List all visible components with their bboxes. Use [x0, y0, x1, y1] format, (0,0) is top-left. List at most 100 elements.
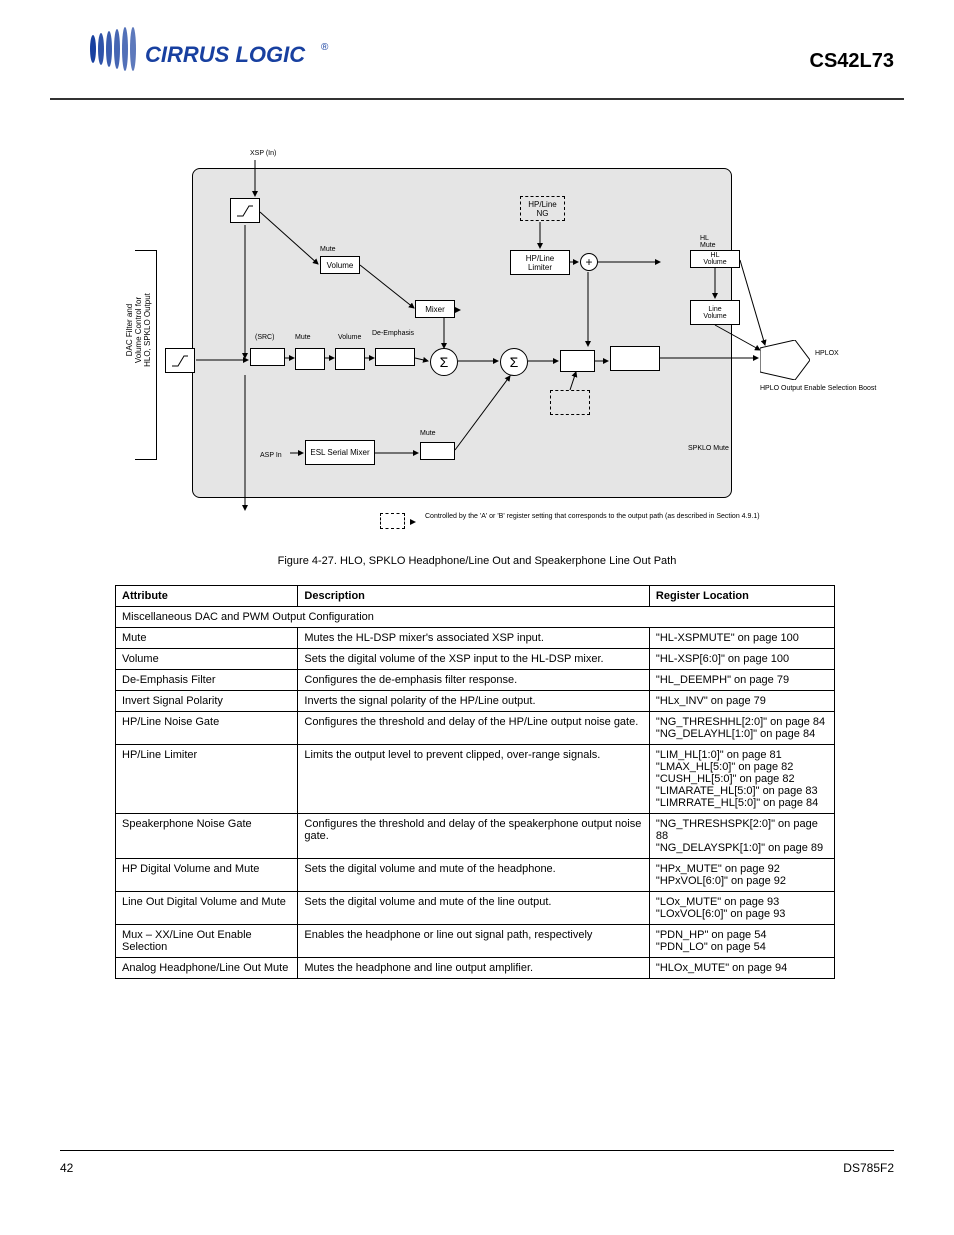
cell-desc: Sets the digital volume and mute of the … — [298, 859, 650, 892]
cell-reg: "NG_THRESHSPK[2:0]" on page 88 "NG_DELAY… — [649, 814, 834, 859]
cell-reg: "HLx_INV" on page 79 — [649, 691, 834, 712]
table-row: Line Out Digital Volume and MuteSets the… — [116, 892, 835, 925]
table-row: De-Emphasis FilterConfigures the de-emph… — [116, 670, 835, 691]
hpf-box-top — [230, 198, 260, 223]
th-attr: Attribute — [116, 586, 298, 607]
cell-desc: Sets the digital volume of the XSP input… — [298, 649, 650, 670]
de-label: De-Emphasis — [372, 330, 407, 337]
spklo-mute-label: SPKLO Mute — [688, 445, 738, 452]
sum2-node: Σ — [500, 348, 528, 376]
side-bracket — [135, 250, 157, 460]
cell-desc: Mutes the HL-DSP mixer's associated XSP … — [298, 628, 650, 649]
table-row: Mux – XX/Line Out Enable SelectionEnable… — [116, 925, 835, 958]
svg-text:®: ® — [321, 42, 329, 53]
cell-reg: "LIM_HL[1:0]" on page 81 "LMAX_HL[5:0]" … — [649, 745, 834, 814]
table-row: HP/Line LimiterLimits the output level t… — [116, 745, 835, 814]
sum1-text: Σ — [440, 354, 449, 370]
table-row: Invert Signal PolarityInverts the signal… — [116, 691, 835, 712]
cell-reg: "HL-XSP[6:0]" on page 100 — [649, 649, 834, 670]
legend-text: Controlled by the 'A' or 'B' register se… — [425, 513, 735, 520]
hplox-label: HPLOX — [815, 350, 839, 357]
side-label-1: DAC Filter and — [125, 304, 134, 356]
cell-reg: "HL_DEEMPH" on page 79 — [649, 670, 834, 691]
hl-limiter-text: HP/Line Limiter — [526, 254, 554, 272]
mute-bottom-label: Mute — [420, 430, 436, 437]
cell-attr: HP/Line Noise Gate — [116, 712, 298, 745]
xsp-in-top-label: XSP (In) — [250, 150, 276, 157]
doc-id: DS785F2 — [843, 1161, 894, 1175]
cell-attr: Volume — [116, 649, 298, 670]
cell-desc: Configures the threshold and delay of th… — [298, 712, 650, 745]
mixer-text: Mixer — [425, 305, 445, 314]
mute-box-main — [295, 348, 325, 370]
cell-desc: Configures the de-emphasis filter respon… — [298, 670, 650, 691]
dsp-block — [192, 168, 732, 498]
hpf-main — [165, 348, 195, 373]
hl-limiter-box: HP/Line Limiter — [510, 250, 570, 275]
hl-hpvol-text: HL Volume — [703, 252, 726, 266]
cell-reg: "HLOx_MUTE" on page 94 — [649, 958, 834, 979]
sum2-text: Σ — [510, 354, 519, 370]
spkr-limiter-box — [550, 390, 590, 415]
hl-hpvol-box: HL Volume — [690, 250, 740, 268]
mux-output — [760, 340, 810, 382]
cell-attr: Mute — [116, 628, 298, 649]
de-box — [375, 348, 415, 366]
hl-hpvol-label: HLMute — [700, 235, 716, 249]
cell-desc: Configures the threshold and delay of th… — [298, 814, 650, 859]
legend-note: Controlled by the 'A' or 'B' register se… — [425, 513, 714, 520]
block-diagram: DAC Filter and Volume Control for HLO, S… — [120, 150, 820, 550]
table-row: HP Digital Volume and MuteSets the digit… — [116, 859, 835, 892]
cell-attr: Mux – XX/Line Out Enable Selection — [116, 925, 298, 958]
cell-desc: Inverts the signal polarity of the HP/Li… — [298, 691, 650, 712]
hl-ng-text: HP/Line NG — [528, 200, 556, 218]
part-number: CS42L73 — [810, 50, 895, 73]
vol-bottom-box — [420, 442, 455, 460]
hl-linevol-box: Line Volume — [690, 300, 740, 325]
cell-attr: Line Out Digital Volume and Mute — [116, 892, 298, 925]
cell-reg: "LOx_MUTE" on page 93 "LOxVOL[6:0]" on p… — [649, 892, 834, 925]
hl-ng-box: HP/Line NG — [520, 196, 565, 221]
src-label: (SRC) — [255, 334, 274, 341]
figure-caption: Figure 4-27. HLO, SPKLO Headphone/Line O… — [0, 555, 954, 567]
cell-reg: "PDN_HP" on page 54 "PDN_LO" on page 54 — [649, 925, 834, 958]
page-header: CIRRUS LOGIC ® CS42L73 — [50, 0, 904, 100]
esl-box: ESL Serial Mixer — [305, 440, 375, 465]
cirrus-logic-logo: CIRRUS LOGIC ® — [75, 22, 335, 82]
mux-label: HPLO Output Enable Selection Boost — [760, 385, 815, 392]
plus-node: + — [580, 253, 598, 271]
page-number: 42 — [60, 1161, 73, 1175]
plus-text: + — [585, 255, 592, 269]
cell-reg: "NG_THRESHHL[2:0]" on page 84 "NG_DELAYH… — [649, 712, 834, 745]
table-row: HP/Line Noise GateConfigures the thresho… — [116, 712, 835, 745]
esl-text: ESL Serial Mixer — [310, 448, 369, 457]
legend-ref: Section 4.9.1) — [716, 513, 759, 520]
cell-desc: Sets the digital volume and mute of the … — [298, 892, 650, 925]
cell-desc: Mutes the headphone and line output ampl… — [298, 958, 650, 979]
vol-text-top: Volume — [327, 261, 354, 270]
table-row: Analog Headphone/Line Out MuteMutes the … — [116, 958, 835, 979]
cell-attr: Invert Signal Polarity — [116, 691, 298, 712]
cell-reg: "HPx_MUTE" on page 92 "HPxVOL[6:0]" on p… — [649, 859, 834, 892]
th-desc: Description — [298, 586, 650, 607]
legend-arrow — [410, 519, 416, 525]
hl-linevol-text: Line Volume — [703, 306, 726, 320]
th-reg: Register Location — [649, 586, 834, 607]
config-table: Attribute Description Register Location … — [115, 585, 835, 979]
table-row: Speakerphone Noise GateConfigures the th… — [116, 814, 835, 859]
hl-vol-label: Volume — [338, 334, 361, 341]
legend-dashed — [380, 513, 405, 529]
cell-attr: HP/Line Limiter — [116, 745, 298, 814]
src-box — [250, 348, 285, 366]
hl-mute-label: Mute — [295, 334, 311, 341]
cell-attr: HP Digital Volume and Mute — [116, 859, 298, 892]
table-section-header: Miscellaneous DAC and PWM Output Configu… — [116, 607, 835, 628]
cell-attr: Speakerphone Noise Gate — [116, 814, 298, 859]
mid-box — [560, 350, 595, 372]
mute-label-top: Mute — [320, 246, 336, 253]
cell-attr: Analog Headphone/Line Out Mute — [116, 958, 298, 979]
hl-vol-box — [335, 348, 365, 370]
mixer-box: Mixer — [415, 300, 455, 318]
svg-text:CIRRUS LOGIC: CIRRUS LOGIC — [145, 42, 306, 67]
cell-reg: "HL-XSPMUTE" on page 100 — [649, 628, 834, 649]
